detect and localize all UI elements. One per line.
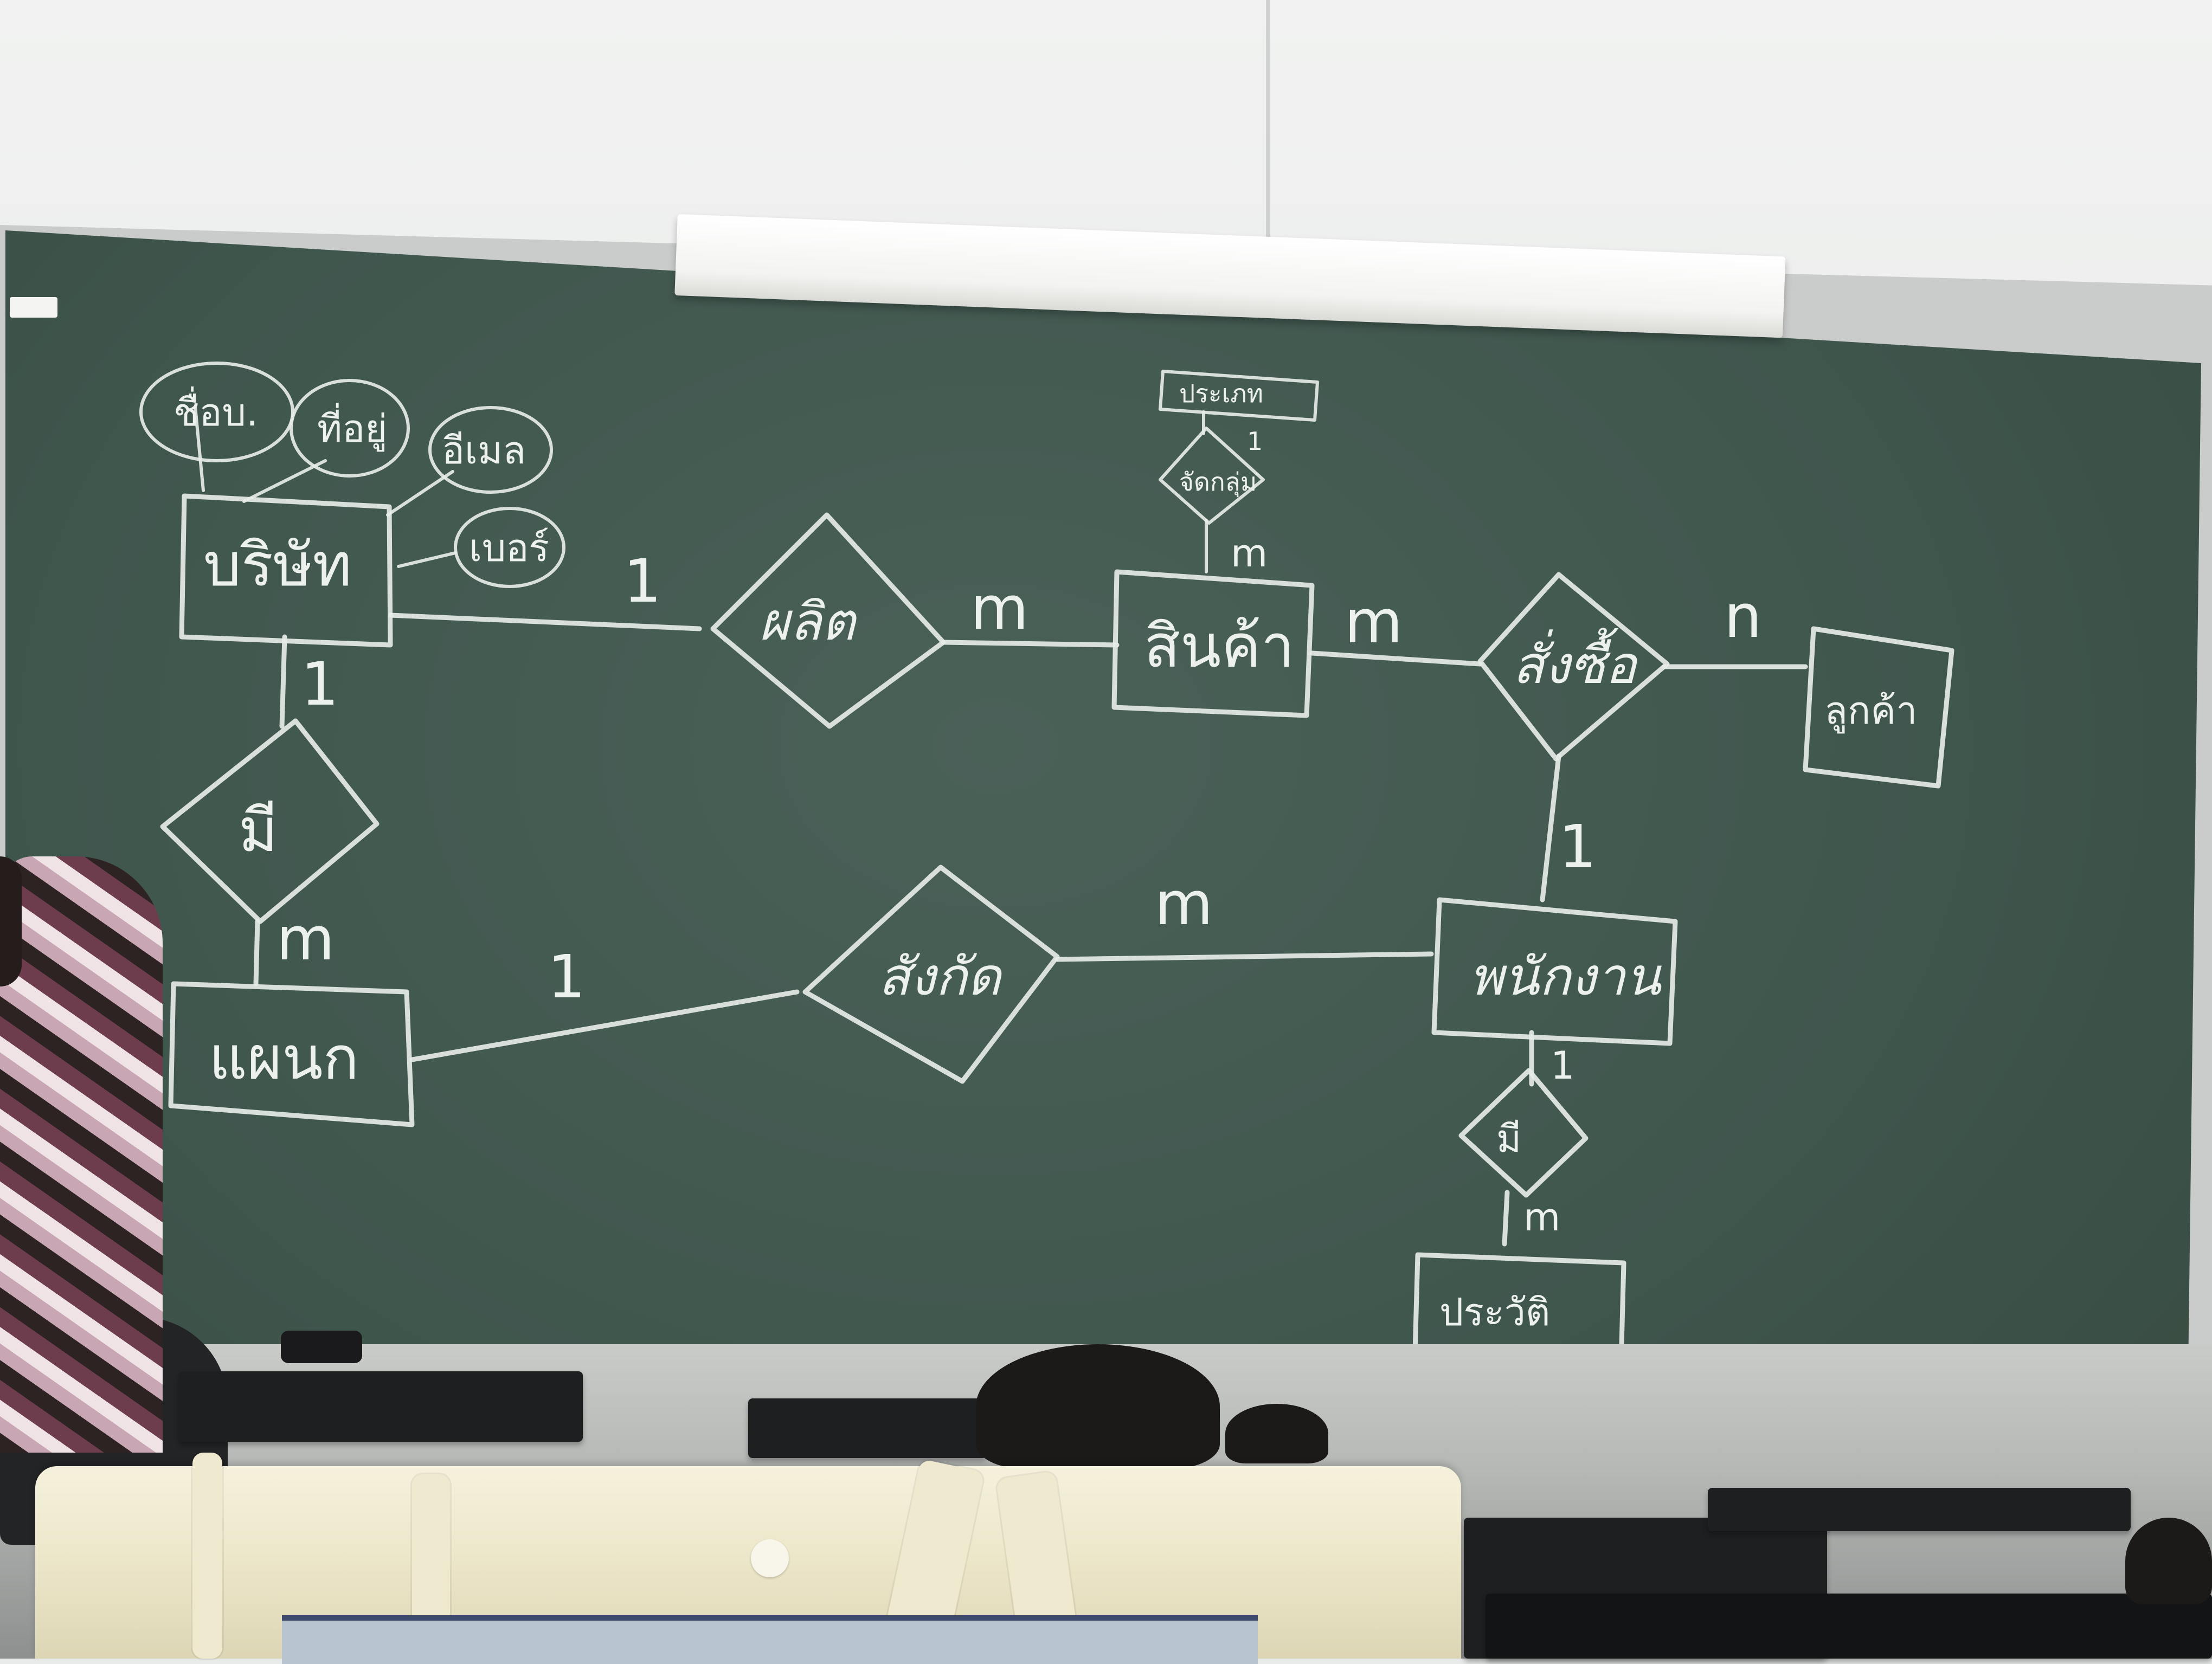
student-head-2 <box>1225 1404 1328 1463</box>
entity-customer: ลูกค้า <box>1803 626 1954 789</box>
relationship-has-history: มี <box>1458 1068 1589 1198</box>
card-produce-product: m <box>970 573 1028 643</box>
line-department-belongs <box>409 989 800 1062</box>
entity-category-label: ประเภท <box>1179 379 1263 408</box>
relationship-buy-label: สั่งซื้อ <box>1513 628 1639 695</box>
monitor-4 <box>1708 1488 2131 1531</box>
line-belongs-employee <box>1054 951 1434 962</box>
attribute-name-label: ชื่อบ. <box>173 386 258 435</box>
attribute-email: อีเมล <box>428 406 553 494</box>
attribute-address-label: ที่อยู่ <box>317 403 387 452</box>
card-company-produce: 1 <box>623 546 661 616</box>
card-employee-buy: 1 <box>1559 812 1597 881</box>
card-company-hasdept: 1 <box>301 649 339 719</box>
monitor-2 <box>748 1398 987 1458</box>
card-classify-product: m <box>1231 531 1268 576</box>
attribute-phone-label: เบอร์ <box>469 526 549 570</box>
entity-department: แผนก <box>168 981 415 1127</box>
entity-product: สินค้า <box>1111 569 1315 718</box>
bag-handle-1 <box>192 1453 222 1659</box>
card-department-belongs: 1 <box>548 942 586 1011</box>
person-left <box>0 856 163 1453</box>
line-company-hasdept <box>279 634 287 729</box>
student-head-1 <box>976 1344 1220 1469</box>
relationship-produce-label: ผลิต <box>759 591 858 652</box>
line-hasdept-department <box>253 919 260 986</box>
monitor-1 <box>179 1371 583 1442</box>
card-hashistory-history: m <box>1523 1195 1560 1240</box>
line-attr-phone <box>397 551 457 568</box>
attribute-name: ชื่อบ. <box>139 362 294 462</box>
card-product-buy: m <box>1345 587 1403 656</box>
entity-employee-label: พนักงาน <box>1469 946 1662 1007</box>
attribute-email-label: อีเมล <box>442 428 526 473</box>
line-hashistory-history <box>1502 1190 1510 1247</box>
card-category-classify: 1 <box>1247 427 1263 456</box>
relationship-buy: สั่งซื้อ <box>1477 572 1670 762</box>
entity-history-label: ประวัติ <box>1439 1290 1550 1334</box>
card-employee-hashistory: 1 <box>1551 1043 1575 1088</box>
relationship-belongs-label: สังกัด <box>878 946 1004 1007</box>
entity-employee: พนักงาน <box>1431 897 1678 1046</box>
bag-button <box>751 1539 789 1577</box>
attribute-phone: เบอร์ <box>454 507 565 588</box>
card-buy-customer: n <box>1724 582 1762 651</box>
bag-print <box>282 1615 1258 1664</box>
attribute-address: ที่อยู่ <box>290 379 410 478</box>
relationship-classify-label: จัดกลุ่ม <box>1179 467 1257 498</box>
person-hair <box>0 856 22 986</box>
line-produce-product <box>941 640 1120 648</box>
entity-company-label: บริษัท <box>203 530 352 599</box>
relationship-has-history-label: มี <box>1496 1117 1521 1161</box>
relationship-has-dept: มี <box>160 718 380 924</box>
webcam <box>281 1331 362 1363</box>
line-company-produce <box>388 612 702 631</box>
relationship-has-dept-label: มี <box>239 796 278 865</box>
entity-category: ประเภท <box>1159 370 1319 422</box>
relationship-belongs: สังกัด <box>802 865 1060 1084</box>
card-belongs-employee: m <box>1155 869 1213 938</box>
entity-customer-label: ลูกค้า <box>1824 688 1917 734</box>
card-hasdept-department: m <box>276 904 335 973</box>
student-head-3 <box>2125 1518 2212 1604</box>
entity-company: บริษัท <box>179 493 393 648</box>
relationship-produce: ผลิต <box>710 512 946 729</box>
line-employee-buy <box>1540 753 1561 902</box>
monitor-5 <box>1486 1594 2212 1659</box>
entity-product-label: สินค้า <box>1144 611 1295 681</box>
entity-department-label: แผนก <box>209 1023 359 1093</box>
